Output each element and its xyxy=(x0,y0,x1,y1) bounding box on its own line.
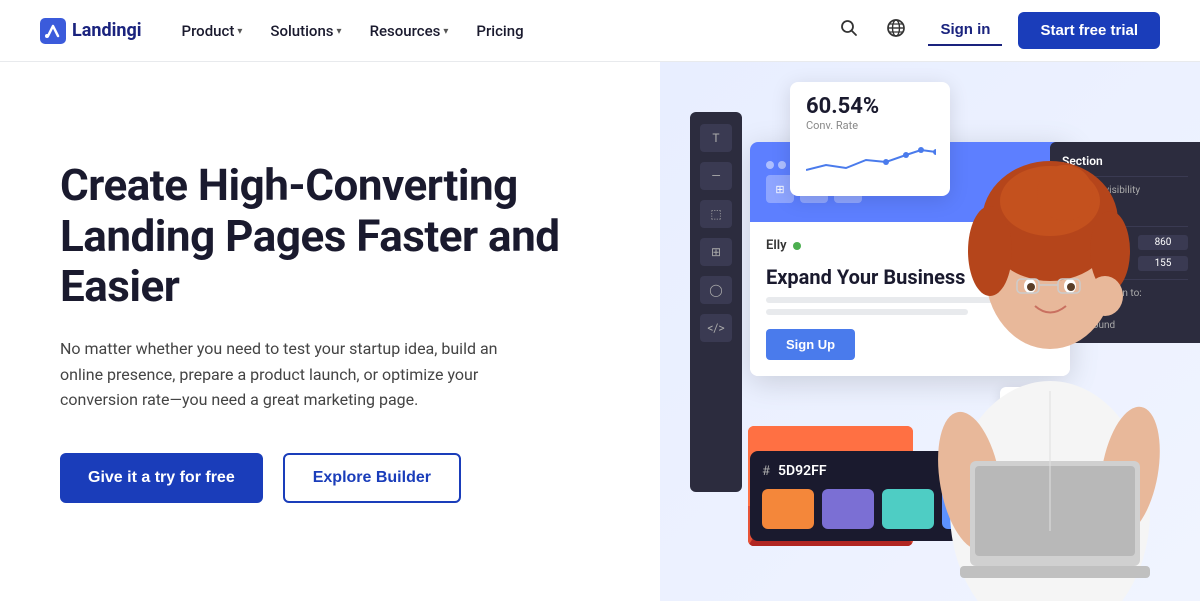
logo[interactable]: Landingi xyxy=(40,18,142,44)
lp-name: Elly xyxy=(766,238,787,253)
chevron-down-icon: ▾ xyxy=(237,26,242,37)
logo-text: Landingi xyxy=(72,20,142,41)
language-button[interactable] xyxy=(880,12,912,49)
nav-left: Landingi Product ▾ Solutions ▾ Resources… xyxy=(40,16,536,46)
try-free-button[interactable]: Give it a try for free xyxy=(60,453,263,503)
nav-pricing[interactable]: Pricing xyxy=(464,16,535,46)
chevron-down-icon: ▾ xyxy=(337,26,342,37)
explore-builder-button[interactable]: Explore Builder xyxy=(283,453,461,503)
tool-text: T xyxy=(700,124,732,152)
hero-buttons: Give it a try for free Explore Builder xyxy=(60,453,600,503)
tool-divider: — xyxy=(700,162,732,190)
hero-content: Create High-Converting Landing Pages Fas… xyxy=(0,62,660,601)
dot-2 xyxy=(778,161,786,169)
signin-button[interactable]: Sign in xyxy=(928,15,1002,46)
globe-icon xyxy=(886,18,906,38)
hero-section: Create High-Converting Landing Pages Fas… xyxy=(0,62,1200,601)
tool-code: </> xyxy=(700,314,732,342)
hero-subtext: No matter whether you need to test your … xyxy=(60,336,540,413)
nav-right: Sign in Start free trial xyxy=(834,12,1160,49)
lp-cta-button[interactable]: Sign Up xyxy=(766,329,855,360)
editor-sidebar: T — ⬚ ⊞ ◯ </> xyxy=(690,112,742,492)
hash-symbol: # xyxy=(762,464,770,479)
tool-layout: ⊞ xyxy=(700,238,732,266)
navbar: Landingi Product ▾ Solutions ▾ Resources… xyxy=(0,0,1200,62)
swatch-purple[interactable] xyxy=(822,489,874,529)
nav-links: Product ▾ Solutions ▾ Resources ▾ Pricin… xyxy=(170,16,536,46)
person-svg xyxy=(910,111,1190,601)
hex-value[interactable]: 5D92FF xyxy=(778,463,827,479)
lp-status-indicator xyxy=(793,242,801,250)
search-button[interactable] xyxy=(834,13,864,48)
search-icon xyxy=(840,19,858,37)
tool-image: ⬚ xyxy=(700,200,732,228)
hero-visual: 60.54% Conv. Rate T — ⬚ ⊞ ◯ </> xyxy=(660,62,1200,601)
hero-headline: Create High-Converting Landing Pages Fas… xyxy=(60,160,600,312)
logo-icon xyxy=(40,18,66,44)
nav-solutions[interactable]: Solutions ▾ xyxy=(258,16,353,46)
nav-product[interactable]: Product ▾ xyxy=(170,16,255,46)
chevron-down-icon: ▾ xyxy=(443,26,448,37)
nav-resources[interactable]: Resources ▾ xyxy=(358,16,461,46)
tool-shape: ◯ xyxy=(700,276,732,304)
person-image xyxy=(890,82,1200,601)
swatch-orange[interactable] xyxy=(762,489,814,529)
dot-1 xyxy=(766,161,774,169)
trial-button[interactable]: Start free trial xyxy=(1018,12,1160,49)
